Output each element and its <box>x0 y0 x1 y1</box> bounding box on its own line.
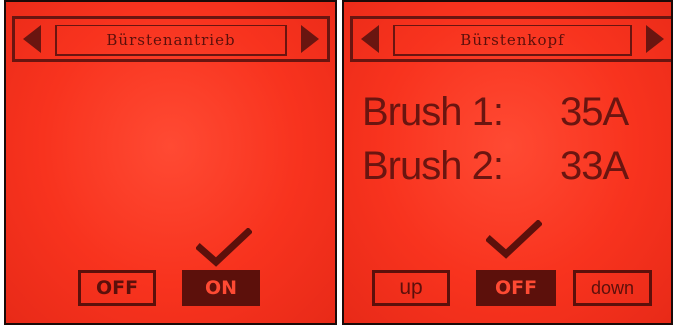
arrow-left-icon[interactable] <box>23 25 41 53</box>
lcd-screen-left: Bürstenantrieb OFF ON <box>4 0 337 325</box>
brush-2-reading: Brush 2: 33A <box>362 144 629 189</box>
menu-title: Bürstenantrieb <box>55 25 287 56</box>
brush-2-value: 33A <box>560 144 629 188</box>
menu-title-bar: Bürstenkopf <box>350 16 671 62</box>
brush-1-label: Brush 1: <box>362 90 504 134</box>
brush-2-label: Brush 2: <box>362 144 504 188</box>
off-button[interactable]: OFF <box>78 270 156 306</box>
photo-frame: Bürstenantrieb OFF ON Bürstenkopf Brush … <box>0 0 673 331</box>
brush-1-value: 35A <box>560 90 629 134</box>
brush-1-reading: Brush 1: 35A <box>362 90 629 135</box>
menu-title-bar: Bürstenantrieb <box>12 16 330 62</box>
off-button[interactable]: OFF <box>476 270 556 306</box>
up-button[interactable]: up <box>372 270 450 306</box>
lcd-screen-right: Bürstenkopf Brush 1: 35A Brush 2: 33A up… <box>342 0 673 325</box>
checkmark-icon <box>196 228 252 267</box>
arrow-right-icon[interactable] <box>301 25 319 53</box>
arrow-right-icon[interactable] <box>646 25 664 53</box>
menu-title: Bürstenkopf <box>393 25 632 56</box>
down-button[interactable]: down <box>573 270 652 306</box>
on-button[interactable]: ON <box>182 270 260 306</box>
checkmark-icon <box>486 220 542 259</box>
arrow-left-icon[interactable] <box>361 25 379 53</box>
